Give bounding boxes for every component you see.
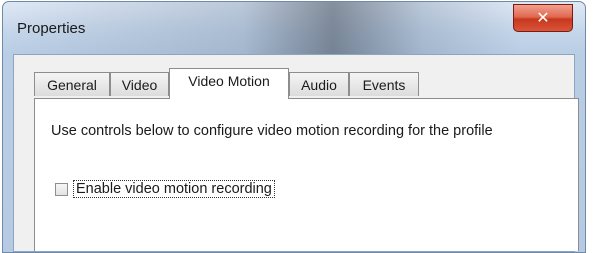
title-bar[interactable]: Properties ✕ (3, 2, 585, 54)
tab-label: Video (121, 76, 158, 93)
enable-motion-recording-label[interactable]: Enable video motion recording (73, 180, 275, 198)
enable-motion-recording-option[interactable]: Enable video motion recording (55, 180, 275, 198)
window-title: Properties (17, 20, 86, 37)
tab-general[interactable]: General (34, 72, 110, 96)
tab-audio[interactable]: Audio (289, 72, 349, 96)
close-button[interactable]: ✕ (513, 4, 573, 32)
tab-label: Events (362, 76, 406, 93)
tab-video-motion[interactable]: Video Motion (169, 68, 289, 99)
enable-motion-recording-checkbox[interactable] (55, 182, 68, 196)
panel-description: Use controls below to configure video mo… (51, 123, 493, 139)
tab-label: Video Motion (188, 73, 270, 89)
properties-dialog: Properties ✕ General Video Video Motion … (2, 1, 586, 253)
dialog-client-area: General Video Video Motion Audio Events … (13, 54, 579, 252)
tab-video[interactable]: Video (110, 72, 169, 96)
tab-label: Audio (301, 76, 337, 93)
video-motion-panel: Use controls below to configure video mo… (34, 98, 579, 251)
tab-label: General (47, 76, 97, 93)
close-icon: ✕ (536, 10, 550, 27)
tab-events[interactable]: Events (349, 72, 419, 96)
